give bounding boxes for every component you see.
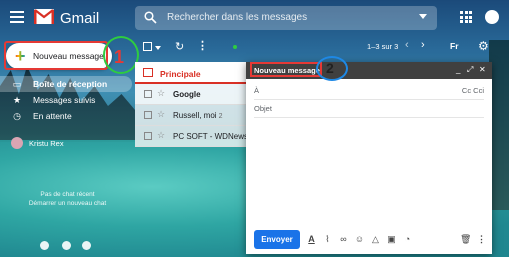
cc-bcc-link[interactable]: Cc Cci	[462, 86, 484, 95]
annotation-highlight-box-1	[4, 41, 108, 70]
inbox-tab-icon	[143, 68, 153, 77]
gear-icon[interactable]: ⚙	[478, 39, 489, 53]
chat-bubble-icon[interactable]	[62, 241, 71, 250]
tab-principale[interactable]: Principale	[135, 62, 247, 84]
sidebar-item-label: Boîte de réception	[33, 79, 108, 89]
close-icon[interactable]: ✕	[479, 65, 486, 74]
clock-icon: ◷	[13, 111, 21, 121]
fullscreen-icon[interactable]: ⤢	[467, 65, 473, 75]
annotation-number-2: 2	[326, 60, 334, 76]
search-input[interactable]: Rechercher dans les messages	[135, 6, 437, 30]
send-button[interactable]: Envoyer	[254, 230, 300, 249]
row-checkbox[interactable]	[144, 90, 152, 98]
chat-empty-line-1: Pas de chat récent	[40, 191, 95, 198]
hangouts-bottom-bar	[40, 241, 100, 251]
tab-label: Principale	[160, 69, 201, 79]
input-language-toggle[interactable]: Fr	[450, 41, 459, 51]
status-dot-icon	[233, 45, 237, 49]
sidebar-item-snoozed[interactable]: ◷ En attente	[0, 108, 135, 124]
chat-empty-state: Pas de chat récent Démarrer un nouveau c…	[0, 190, 135, 208]
prev-page-icon[interactable]: ‹	[405, 39, 409, 51]
confidential-mode-icon[interactable]: ◔	[402, 233, 413, 245]
thread-count: 2	[218, 113, 223, 120]
search-options-chevron-icon[interactable]	[419, 14, 427, 19]
annotation-highlight-box-2	[250, 62, 322, 77]
row-sender: Russell, moi 2	[173, 111, 222, 120]
subject-field[interactable]: Objet	[254, 100, 484, 118]
sidebar-item-label: Messages suivis	[33, 95, 96, 105]
subject-label: Objet	[254, 104, 272, 113]
annotation-number-1: 1	[114, 47, 125, 67]
compose-window: Nouveau message _ ⤢ ✕ À Cc Cci Objet Env…	[246, 62, 492, 254]
star-outline-icon[interactable]: ☆	[157, 130, 165, 141]
next-page-icon[interactable]: ›	[421, 39, 425, 51]
more-vert-icon[interactable]: ⋮	[197, 39, 208, 52]
trash-icon[interactable]: 🗑	[460, 233, 471, 245]
person-icon[interactable]	[40, 241, 49, 250]
user-name: Kristu Rex	[29, 139, 64, 148]
star-outline-icon[interactable]: ☆	[157, 88, 165, 99]
start-new-chat-link[interactable]: Démarrer un nouveau chat	[0, 199, 135, 208]
brand-name: Gmail	[60, 10, 100, 27]
background-right-trees	[489, 40, 509, 210]
emoji-icon[interactable]: ☺	[354, 233, 365, 245]
star-outline-icon[interactable]: ☆	[157, 109, 165, 120]
minimize-icon[interactable]: _	[456, 65, 460, 74]
gmail-logo-icon[interactable]	[34, 9, 54, 24]
account-avatar-icon[interactable]	[485, 10, 499, 24]
sidebar-item-label: En attente	[33, 111, 72, 121]
photo-icon[interactable]: ▣	[386, 233, 397, 245]
sidebar-nav: ▭ Boîte de réception ★ Messages suivis ◷…	[0, 76, 135, 124]
link-icon[interactable]: ∞	[338, 233, 349, 245]
hamburger-menu-icon[interactable]	[10, 11, 24, 23]
table-row[interactable]: ☆ Google	[135, 84, 247, 105]
row-sender: PC SOFT - WDNews	[173, 132, 248, 141]
phone-icon[interactable]	[82, 241, 91, 250]
search-placeholder: Rechercher dans les messages	[167, 12, 308, 23]
row-sender: Google	[173, 90, 201, 99]
sidebar-item-starred[interactable]: ★ Messages suivis	[0, 92, 135, 108]
drive-icon[interactable]: △	[370, 233, 381, 245]
sidebar-item-inbox[interactable]: ▭ Boîte de réception	[0, 76, 132, 92]
pagination-count: 1–3 sur 3	[367, 42, 399, 51]
table-row[interactable]: ☆ Russell, moi 2	[135, 105, 247, 126]
attach-icon[interactable]: ⌇	[322, 233, 333, 245]
row-sender-text: Russell, moi	[173, 111, 217, 120]
star-icon: ★	[12, 95, 22, 105]
avatar	[11, 137, 23, 149]
row-checkbox[interactable]	[144, 132, 152, 140]
table-row[interactable]: ☆ PC SOFT - WDNews	[135, 126, 248, 147]
select-all-checkbox[interactable]	[143, 42, 152, 51]
inbox-icon: ▭	[12, 79, 22, 89]
refresh-icon[interactable]: ↻	[175, 40, 184, 53]
search-icon[interactable]	[144, 11, 157, 24]
to-label: À	[254, 86, 260, 95]
text-format-icon[interactable]: A	[306, 233, 317, 245]
more-options-icon[interactable]: ⋮	[476, 233, 487, 245]
select-chevron-down-icon[interactable]	[155, 46, 161, 50]
to-field[interactable]: À Cc Cci	[254, 82, 484, 100]
row-checkbox[interactable]	[144, 111, 152, 119]
mail-toolbar: ↻ ⋮ 1–3 sur 3 ‹ › Fr ⚙	[135, 36, 509, 58]
email-list: Principale ☆ Google ☆ Russell, moi 2 ☆ PC…	[135, 62, 248, 147]
apps-grid-icon[interactable]	[460, 11, 472, 23]
app-header: Gmail Rechercher dans les messages	[0, 0, 509, 36]
